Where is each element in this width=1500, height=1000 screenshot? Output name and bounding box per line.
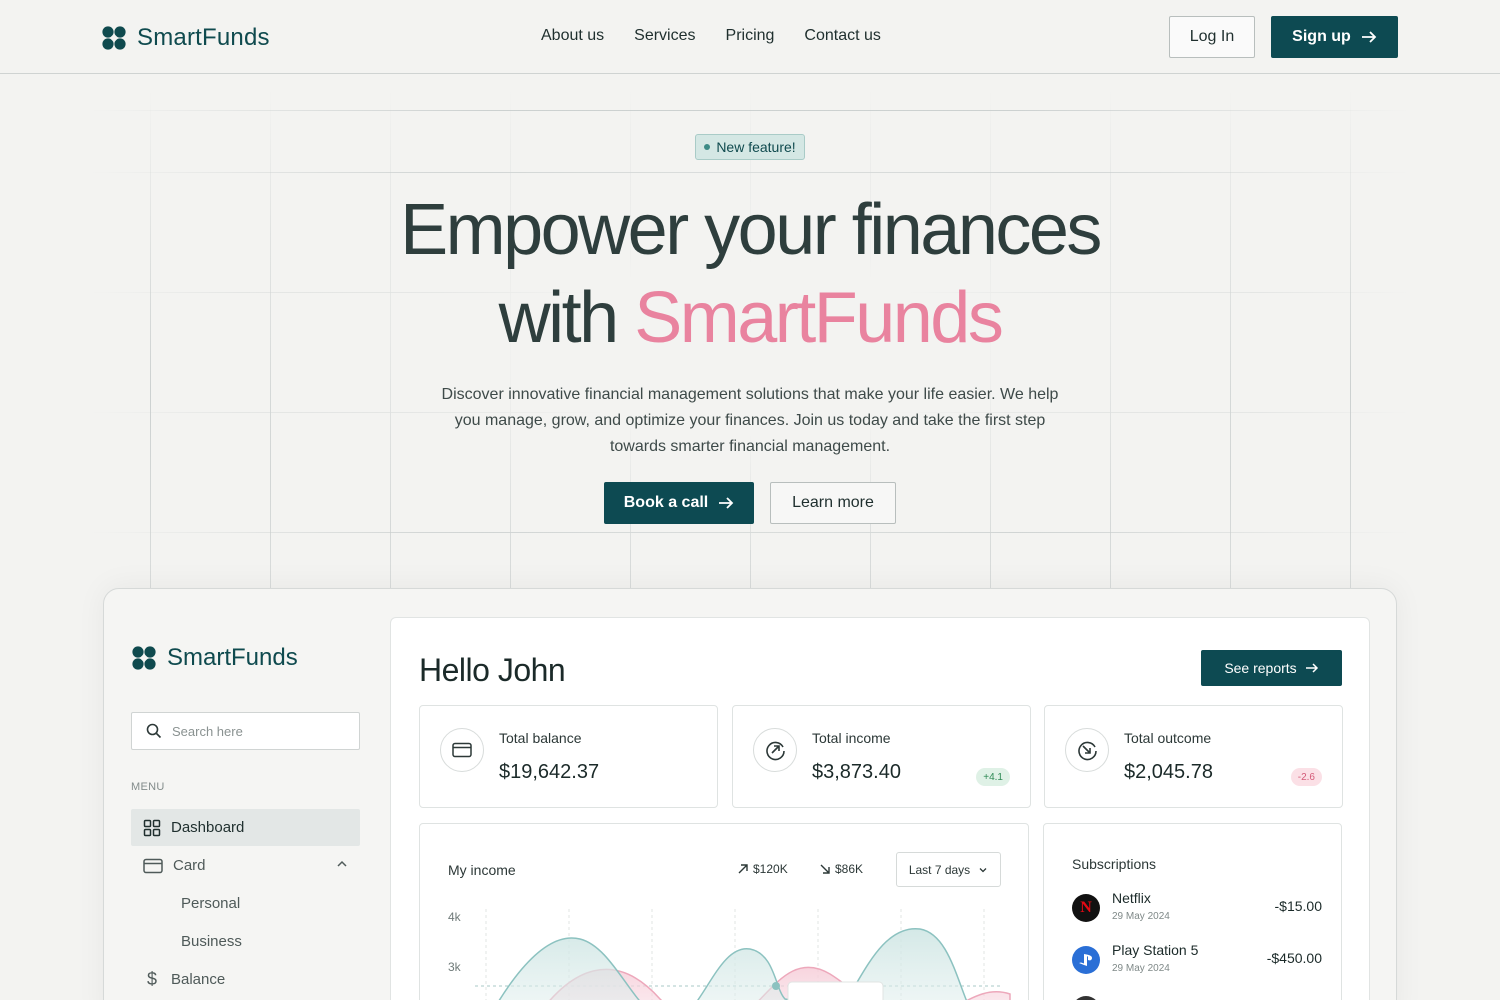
tooltip-box xyxy=(787,981,884,1000)
date-range-select[interactable]: Last 7 days xyxy=(896,852,1001,887)
up-stat-value: $120K xyxy=(753,862,788,876)
hero-title: Empower your finances with SmartFunds xyxy=(0,186,1500,362)
login-label: Log In xyxy=(1189,28,1235,45)
dashboard-brand[interactable]: SmartFunds xyxy=(131,644,298,672)
sidebar-item-label: Balance xyxy=(171,971,226,988)
see-reports-label: See reports xyxy=(1224,660,1297,676)
income-chart-title: My income xyxy=(448,862,516,878)
netflix-logo-icon: N xyxy=(1072,894,1100,922)
sidebar-item-balance[interactable]: $ Balance xyxy=(131,961,360,998)
arrow-right-icon xyxy=(1361,31,1377,43)
arrow-down-right-icon xyxy=(820,864,830,874)
top-navbar: SmartFunds About us Services Pricing Con… xyxy=(0,0,1500,74)
grid-icon xyxy=(143,819,161,836)
income-down-stat: $86K xyxy=(820,862,863,876)
dollar-icon: $ xyxy=(146,969,157,989)
sidebar-subitem-business[interactable]: Business xyxy=(181,933,242,950)
y-tick-4k: 4k xyxy=(448,910,461,924)
nav-link-about[interactable]: About us xyxy=(541,27,604,45)
nav-link-services[interactable]: Services xyxy=(634,27,695,45)
book-call-button[interactable]: Book a call xyxy=(604,482,754,524)
arrow-down-right-circle-icon xyxy=(1078,741,1097,761)
arrow-up-right-icon xyxy=(738,864,748,874)
subscription-name: Play Station 5 xyxy=(1112,942,1199,958)
book-call-label: Book a call xyxy=(623,494,709,511)
hero-subtitle: Discover innovative financial management… xyxy=(441,386,1059,455)
credit-card-icon xyxy=(452,742,472,758)
subscription-row[interactable]: N Netflix 29 May 2024 -$15.00 xyxy=(1072,886,1322,926)
card-label: Total income xyxy=(812,730,891,746)
chevron-down-icon xyxy=(979,867,987,872)
down-stat-value: $86K xyxy=(835,862,864,876)
subscription-date: 29 May 2024 xyxy=(1112,911,1170,922)
subscription-row[interactable]: Play Station 5 29 May 2024 -$450.00 xyxy=(1072,938,1322,978)
sidebar-item-card[interactable]: Card xyxy=(131,847,360,884)
search-icon xyxy=(146,723,162,739)
dashboard-main-panel: Hello John See reports Total balance $19… xyxy=(390,617,1370,1000)
chart-marker xyxy=(772,982,780,990)
signup-button[interactable]: Sign up xyxy=(1271,16,1398,58)
subscription-date: 29 May 2024 xyxy=(1112,963,1170,974)
hero-title-line1: Empower your finances xyxy=(400,190,1102,270)
badge-dot-icon xyxy=(704,144,711,150)
card-value: $2,045.78 xyxy=(1124,761,1213,783)
y-tick-3k: 3k xyxy=(448,960,461,974)
chevron-up-icon[interactable] xyxy=(336,858,348,870)
card-label: Total balance xyxy=(499,730,582,746)
income-chart-svg xyxy=(475,909,1011,1000)
arrow-right-icon xyxy=(1305,663,1318,673)
hero-title-with: with xyxy=(498,278,635,358)
greeting-title: Hello John xyxy=(419,652,566,688)
nav-link-pricing[interactable]: Pricing xyxy=(726,27,775,45)
new-feature-badge[interactable]: New feature! xyxy=(695,134,805,160)
login-button[interactable]: Log In xyxy=(1169,16,1255,58)
card-value: $3,873.40 xyxy=(812,761,901,783)
subscription-amount: -$15.00 xyxy=(1274,898,1322,914)
card-value: $19,642.37 xyxy=(499,761,600,783)
clover-logo-icon xyxy=(132,646,156,670)
badge-label: New feature! xyxy=(716,139,796,155)
sidebar-item-dashboard[interactable]: Dashboard xyxy=(131,809,360,846)
income-up-stat: $120K xyxy=(738,862,788,876)
sidebar-subitem-personal[interactable]: Personal xyxy=(181,895,240,912)
signup-label: Sign up xyxy=(1292,28,1351,45)
total-outcome-card[interactable]: Total outcome $2,045.78 -2.6 xyxy=(1044,705,1343,808)
range-label: Last 7 days xyxy=(908,862,971,877)
hero-title-accent: SmartFunds xyxy=(634,278,1004,358)
sidebar-search[interactable] xyxy=(131,712,360,750)
learn-more-label: Learn more xyxy=(792,494,874,511)
subscriptions-title: Subscriptions xyxy=(1072,856,1157,872)
nav-link-contact[interactable]: Contact us xyxy=(804,27,880,45)
nav-links: About us Services Pricing Contact us xyxy=(541,27,881,45)
clover-logo-icon xyxy=(102,26,126,50)
outcome-delta-badge: -2.6 xyxy=(1290,768,1322,786)
card-label: Total outcome xyxy=(1124,730,1212,746)
menu-section-label: MENU xyxy=(131,781,165,793)
credit-card-icon xyxy=(143,858,163,873)
card-icon-wrap xyxy=(440,728,484,772)
total-balance-card[interactable]: Total balance $19,642.37 xyxy=(419,705,718,808)
brand-name: SmartFunds xyxy=(137,24,270,51)
income-chart-card: My income $120K $86K Last 7 days 4k 3k xyxy=(419,823,1029,1000)
search-input[interactable] xyxy=(172,723,342,739)
learn-more-button[interactable]: Learn more xyxy=(770,482,896,524)
total-income-card[interactable]: Total income $3,873.40 +4.1 xyxy=(732,705,1031,808)
subscriptions-card: Subscriptions N Netflix 29 May 2024 -$15… xyxy=(1043,823,1342,1000)
arrow-right-icon xyxy=(719,497,734,509)
see-reports-button[interactable]: See reports xyxy=(1201,650,1342,686)
card-icon-wrap xyxy=(1065,728,1109,772)
sidebar-item-label: Card xyxy=(173,857,206,874)
subscription-logo-icon xyxy=(1072,996,1100,1000)
brand-logo[interactable]: SmartFunds xyxy=(101,24,270,52)
sidebar-item-label: Dashboard xyxy=(171,819,245,836)
card-icon-wrap xyxy=(753,728,797,772)
arrow-up-right-circle-icon xyxy=(766,741,785,761)
dashboard-brand-name: SmartFunds xyxy=(167,644,298,671)
playstation-logo-icon xyxy=(1072,946,1100,974)
subscription-name: Netflix xyxy=(1112,890,1151,906)
income-delta-badge: +4.1 xyxy=(976,768,1010,786)
subscription-amount: -$450.00 xyxy=(1266,950,1322,966)
dashboard-preview: SmartFunds MENU Dashboard Card Personal … xyxy=(103,588,1397,1000)
